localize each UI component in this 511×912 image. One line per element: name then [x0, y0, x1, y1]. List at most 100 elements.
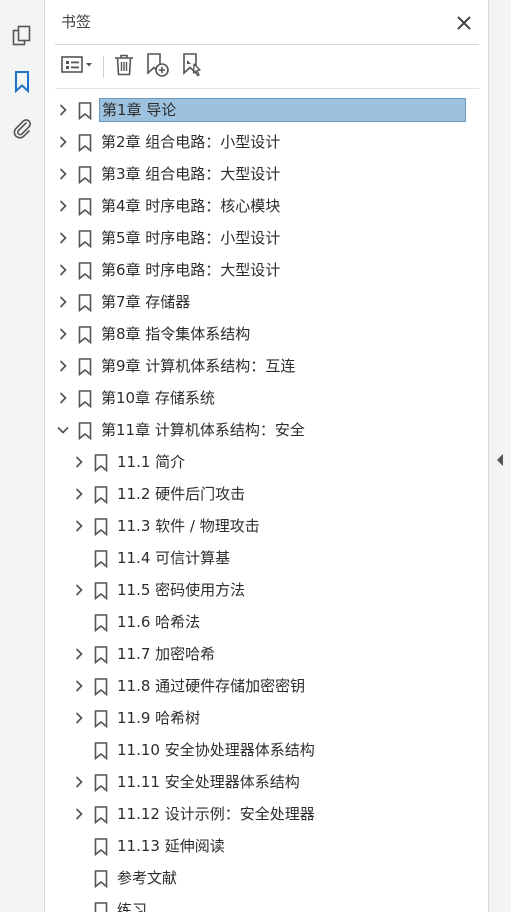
- bookmark-label: 11.6 哈希法: [117, 613, 201, 631]
- bookmark-icon: [94, 518, 108, 537]
- chevron-right-icon[interactable]: [55, 390, 71, 406]
- bookmark-icon: [78, 262, 92, 281]
- chevron-right-icon[interactable]: [55, 166, 71, 182]
- bookmark-icon: [78, 358, 92, 377]
- bookmark-icon: [94, 870, 108, 889]
- chevron-right-icon[interactable]: [55, 134, 71, 150]
- bookmarks-panel: 书签 第1章 导论 第2章 组合电路：小型设计 第3章 组合电路：大型设计 第4…: [45, 0, 489, 912]
- sub-bookmark-item[interactable]: 11.7 加密哈希: [45, 638, 469, 670]
- sub-bookmark-item[interactable]: 11.9 哈希树: [45, 702, 469, 734]
- bookmark-label: 第11章 计算机体系结构：安全: [101, 421, 305, 439]
- bookmark-item[interactable]: 第5章 时序电路：小型设计: [45, 222, 469, 254]
- chevron-right-icon[interactable]: [71, 806, 87, 822]
- bookmark-icon: [78, 166, 92, 185]
- sub-bookmark-item[interactable]: 11.3 软件 / 物理攻击: [45, 510, 469, 542]
- chevron-right-icon[interactable]: [71, 710, 87, 726]
- header-divider: [55, 44, 479, 45]
- sub-bookmark-item[interactable]: 练习: [45, 894, 469, 912]
- bookmark-item[interactable]: 第11章 计算机体系结构：安全: [45, 414, 469, 446]
- sub-bookmark-item[interactable]: 11.1 简介: [45, 446, 469, 478]
- delete-icon[interactable]: [111, 50, 137, 80]
- sub-bookmark-item[interactable]: 11.4 可信计算基: [45, 542, 469, 574]
- chevron-right-icon[interactable]: [55, 262, 71, 278]
- chevron-right-icon[interactable]: [55, 294, 71, 310]
- bookmark-label: 第4章 时序电路：核心模块: [101, 197, 281, 215]
- new-bookmark-from-structure-icon[interactable]: [179, 50, 207, 80]
- bookmark-label: 第2章 组合电路：小型设计: [101, 133, 281, 151]
- sub-bookmark-item[interactable]: 11.6 哈希法: [45, 606, 469, 638]
- bookmark-item[interactable]: 第9章 计算机体系结构：互连: [45, 350, 469, 382]
- bookmark-item[interactable]: 第2章 组合电路：小型设计: [45, 126, 469, 158]
- chevron-right-icon[interactable]: [55, 358, 71, 374]
- attachments-icon[interactable]: [6, 112, 38, 144]
- panel-collapse-strip: [489, 0, 511, 912]
- bookmark-item[interactable]: 第6章 时序电路：大型设计: [45, 254, 469, 286]
- sub-bookmark-item[interactable]: 11.2 硬件后门攻击: [45, 478, 469, 510]
- bookmark-label: 第3章 组合电路：大型设计: [101, 165, 281, 183]
- bookmark-label: 第1章 导论: [99, 98, 466, 122]
- sub-bookmark-item[interactable]: 参考文献: [45, 862, 469, 894]
- toolbar-divider: [103, 56, 104, 78]
- collapse-arrow-icon[interactable]: [495, 452, 505, 466]
- bookmark-icon: [94, 486, 108, 505]
- chevron-right-icon[interactable]: [71, 774, 87, 790]
- bookmark-label: 参考文献: [117, 869, 178, 887]
- bookmark-label: 11.7 加密哈希: [117, 645, 216, 663]
- bookmark-icon: [94, 582, 108, 601]
- panel-header: 书签: [45, 0, 488, 44]
- chevron-right-icon[interactable]: [71, 678, 87, 694]
- bookmark-icon: [94, 646, 108, 665]
- chevron-right-icon[interactable]: [71, 646, 87, 662]
- sub-bookmark-item[interactable]: 11.13 延伸阅读: [45, 830, 469, 862]
- bookmark-icon: [94, 454, 108, 473]
- bookmark-item[interactable]: 第3章 组合电路：大型设计: [45, 158, 469, 190]
- chevron-right-icon[interactable]: [55, 230, 71, 246]
- sub-bookmark-item[interactable]: 11.5 密码使用方法: [45, 574, 469, 606]
- bookmark-item[interactable]: 第4章 时序电路：核心模块: [45, 190, 469, 222]
- bookmark-label: 11.12 设计示例：安全处理器: [117, 805, 315, 823]
- bookmarks-toolbar: [45, 46, 488, 86]
- chevron-down-icon[interactable]: [55, 422, 71, 438]
- bookmark-item[interactable]: 第10章 存储系统: [45, 382, 469, 414]
- bookmark-label: 11.1 简介: [117, 453, 186, 471]
- bookmark-label: 11.13 延伸阅读: [117, 837, 225, 855]
- chevron-right-icon[interactable]: [71, 486, 87, 502]
- chevron-right-icon[interactable]: [71, 454, 87, 470]
- bookmark-label: 11.11 安全处理器体系结构: [117, 773, 300, 791]
- sub-bookmark-item[interactable]: 11.10 安全协处理器体系结构: [45, 734, 469, 766]
- bookmark-icon: [94, 774, 108, 793]
- bookmark-item[interactable]: 第8章 指令集体系结构: [45, 318, 469, 350]
- bookmark-icon: [78, 102, 92, 121]
- page-thumbnails-icon[interactable]: [6, 20, 38, 52]
- bookmark-icon: [94, 550, 108, 569]
- chevron-right-icon[interactable]: [55, 326, 71, 342]
- bookmark-icon: [94, 678, 108, 697]
- navigation-rail: [0, 0, 45, 912]
- bookmark-icon: [94, 710, 108, 729]
- bookmark-label: 11.2 硬件后门攻击: [117, 485, 246, 503]
- bookmark-icon: [94, 902, 108, 912]
- bookmark-label: 第7章 存储器: [101, 293, 191, 311]
- options-menu-icon[interactable]: [59, 50, 97, 80]
- bookmark-item[interactable]: 第1章 导论: [45, 94, 469, 126]
- chevron-right-icon[interactable]: [71, 582, 87, 598]
- sub-bookmark-item[interactable]: 11.8 通过硬件存储加密密钥: [45, 670, 469, 702]
- bookmark-icon: [94, 614, 108, 633]
- bookmark-icon: [94, 806, 108, 825]
- bookmark-label: 第5章 时序电路：小型设计: [101, 229, 281, 247]
- chevron-right-icon[interactable]: [55, 102, 71, 118]
- bookmarks-icon[interactable]: [6, 66, 38, 98]
- bookmark-icon: [78, 422, 92, 441]
- sub-bookmark-item[interactable]: 11.11 安全处理器体系结构: [45, 766, 469, 798]
- bookmark-label: 11.9 哈希树: [117, 709, 201, 727]
- bookmark-icon: [94, 838, 108, 857]
- new-bookmark-icon[interactable]: [143, 50, 171, 80]
- close-icon[interactable]: [453, 12, 475, 34]
- bookmark-label: 第8章 指令集体系结构: [101, 325, 251, 343]
- chevron-right-icon[interactable]: [55, 198, 71, 214]
- bookmark-icon: [78, 294, 92, 313]
- bookmark-item[interactable]: 第7章 存储器: [45, 286, 469, 318]
- bookmark-icon: [78, 230, 92, 249]
- sub-bookmark-item[interactable]: 11.12 设计示例：安全处理器: [45, 798, 469, 830]
- chevron-right-icon[interactable]: [71, 518, 87, 534]
